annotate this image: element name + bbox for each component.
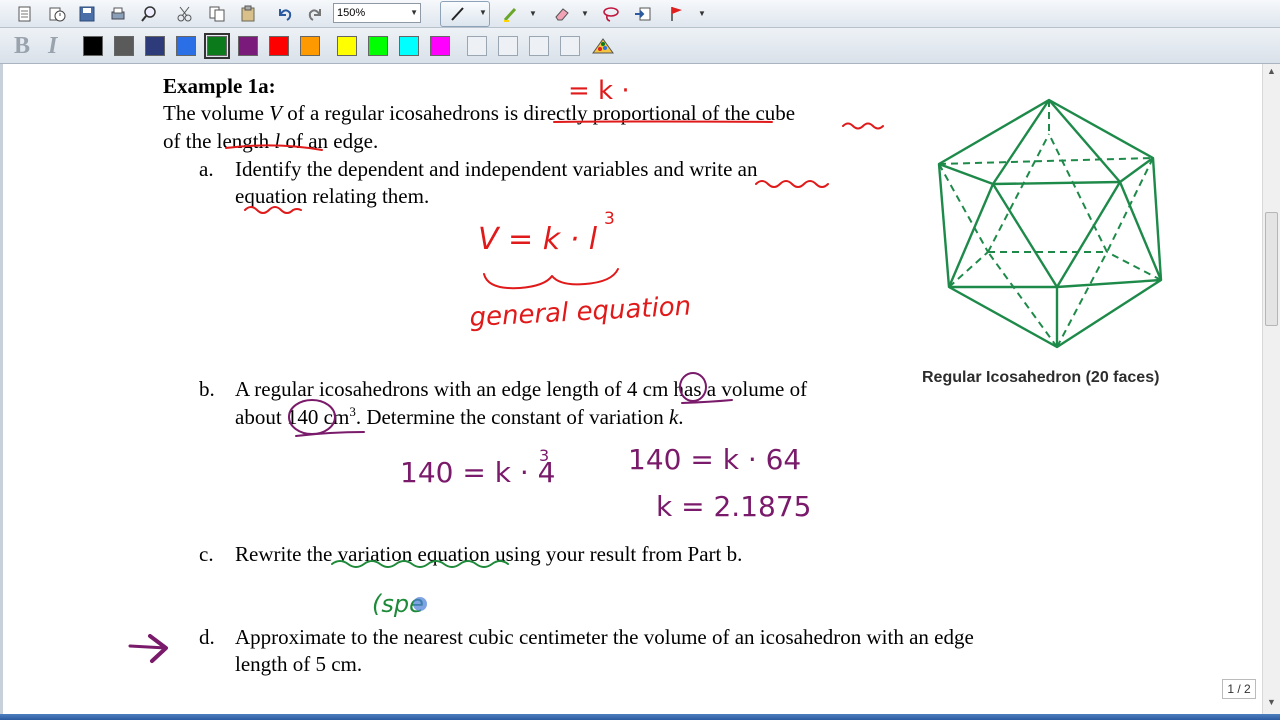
vertical-scrollbar[interactable]: ▲ ▼	[1262, 64, 1280, 714]
flag-icon[interactable]	[666, 3, 688, 25]
custom-color-swatch[interactable]	[498, 36, 518, 56]
color-swatch[interactable]	[145, 36, 165, 56]
taskbar	[0, 714, 1280, 720]
ink-b-eq2: 140 = k · 64	[628, 443, 801, 476]
part-c-line-1: Rewrite the variation equation using you…	[235, 542, 743, 566]
custom-color-swatch[interactable]	[467, 36, 487, 56]
undo-icon[interactable]	[273, 3, 295, 25]
main-toolbar: 150% ▼ ▼ ▼ ▼ ▼	[0, 0, 1280, 28]
scroll-down-icon[interactable]: ▼	[1264, 697, 1279, 712]
italic-button[interactable]: I	[48, 33, 57, 60]
eraser-icon[interactable]	[551, 3, 573, 25]
copy-icon[interactable]	[206, 3, 228, 25]
zoom-icon[interactable]	[138, 3, 160, 25]
part-a-label: a.	[199, 157, 214, 181]
example-title: Example 1a:	[163, 74, 276, 98]
part-a-line-2: equation relating them.	[235, 184, 430, 208]
bold-button[interactable]: B	[14, 33, 30, 60]
insert-icon[interactable]	[632, 3, 654, 25]
chevron-down-icon[interactable]: ▼	[581, 9, 589, 18]
color-swatch[interactable]	[204, 33, 230, 59]
new-page-icon[interactable]	[14, 3, 36, 25]
color-palette-icon[interactable]	[591, 35, 615, 57]
ink-b-eq1-exponent: 3	[539, 446, 549, 465]
pen-icon[interactable]	[447, 3, 469, 25]
zoom-select[interactable]: 150% ▼	[333, 3, 421, 23]
color-swatch[interactable]	[83, 36, 103, 56]
part-d-line-2: length of 5 cm.	[235, 652, 363, 676]
ink-general-label: general equation	[469, 291, 692, 333]
color-swatch[interactable]	[114, 36, 134, 56]
color-swatch[interactable]	[337, 36, 357, 56]
scroll-up-icon[interactable]: ▲	[1264, 66, 1279, 81]
page-indicator: 1 / 2	[1222, 679, 1256, 699]
print-icon[interactable]	[107, 3, 129, 25]
save-icon[interactable]	[76, 3, 98, 25]
ink-equation: V = k · l	[478, 222, 598, 257]
part-d-line-1: Approximate to the nearest cubic centime…	[235, 625, 974, 649]
figure-caption: Regular Icosahedron (20 faces)	[922, 369, 1160, 386]
zoom-value: 150%	[337, 7, 366, 19]
intro-line-1: The volume V of a regular icosahedrons i…	[163, 101, 796, 125]
part-b-label: b.	[199, 377, 215, 401]
color-swatch[interactable]	[300, 36, 320, 56]
part-c-label: c.	[199, 542, 214, 566]
chevron-down-icon[interactable]: ▼	[479, 8, 487, 17]
ink-equation-exponent: 3	[604, 209, 615, 229]
scroll-thumb[interactable]	[1265, 212, 1278, 326]
intro-line-2: of the length l of an edge.	[163, 129, 379, 153]
paste-icon[interactable]	[237, 3, 259, 25]
custom-color-swatch[interactable]	[529, 36, 549, 56]
color-swatch[interactable]	[368, 36, 388, 56]
pen-tool-group[interactable]: ▼	[440, 1, 490, 27]
custom-color-swatch[interactable]	[560, 36, 580, 56]
chevron-down-icon[interactable]: ▼	[698, 9, 706, 18]
ink-c-note: (spe	[372, 590, 424, 618]
icosahedron-figure	[937, 98, 1163, 349]
ink-b-eq1: 140 = k · 4	[400, 456, 555, 489]
color-swatch[interactable]	[238, 36, 258, 56]
color-swatch[interactable]	[399, 36, 419, 56]
cut-icon[interactable]	[174, 3, 196, 25]
chevron-down-icon[interactable]: ▼	[529, 9, 537, 18]
color-swatch[interactable]	[430, 36, 450, 56]
redo-icon[interactable]	[305, 3, 327, 25]
cursor-dot	[413, 597, 427, 611]
clock-icon[interactable]	[46, 3, 68, 25]
lasso-icon[interactable]	[600, 3, 622, 25]
color-swatch[interactable]	[269, 36, 289, 56]
part-a-line-1: Identify the dependent and independent v…	[235, 157, 758, 181]
part-b-line-1: A regular icosahedrons with an edge leng…	[235, 377, 808, 401]
part-b-line-2: about 140 cm3. Determine the constant of…	[235, 404, 684, 429]
document-page[interactable]: Example 1a: The volume V of a regular ic…	[0, 64, 1262, 714]
color-swatch[interactable]	[176, 36, 196, 56]
ink-b-eq3: k = 2.1875	[656, 490, 811, 523]
highlighter-icon[interactable]	[500, 3, 522, 25]
part-d-label: d.	[199, 625, 215, 649]
chevron-down-icon: ▼	[410, 8, 418, 17]
